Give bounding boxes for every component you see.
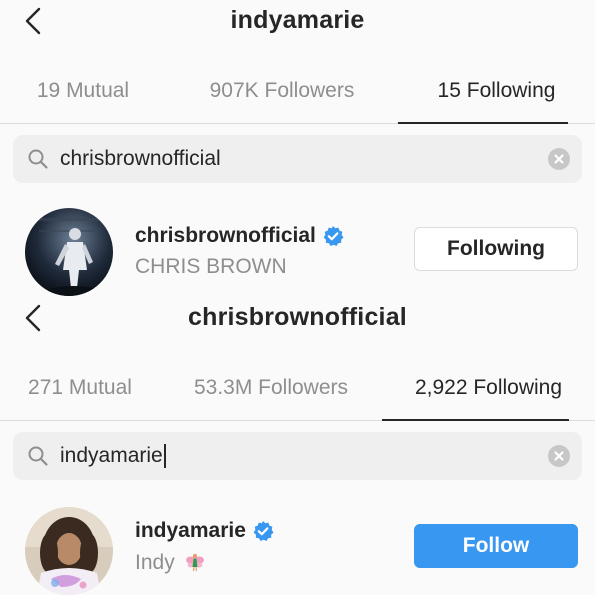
fairy-emoji-icon bbox=[185, 553, 204, 572]
search-query: indyamarie bbox=[60, 444, 163, 467]
search-icon bbox=[28, 149, 48, 169]
username: chrisbrownofficial bbox=[135, 224, 316, 247]
user-result-row[interactable]: chrisbrownofficial CHRIS BROWN Following bbox=[0, 200, 595, 296]
page-title: indyamarie bbox=[230, 6, 365, 34]
top-nav: chrisbrownofficial bbox=[0, 297, 595, 355]
verified-badge-icon bbox=[323, 226, 344, 246]
clear-search-icon[interactable] bbox=[548, 148, 570, 170]
search-query-wrap: indyamarie bbox=[60, 432, 166, 480]
user-result-row[interactable]: indyamarie Indy Follow bbox=[0, 499, 595, 595]
follow-button[interactable]: Follow bbox=[414, 524, 578, 568]
full-name-wrap: Indy bbox=[135, 551, 205, 575]
tab-mutual[interactable]: 19 Mutual bbox=[0, 58, 166, 124]
text-cursor bbox=[163, 444, 166, 469]
top-nav: indyamarie bbox=[0, 0, 595, 58]
tab-bar: 271 Mutual 53.3M Followers 2,922 Followi… bbox=[0, 355, 595, 421]
verified-badge-icon bbox=[253, 521, 274, 541]
tab-followers[interactable]: 53.3M Followers bbox=[160, 355, 382, 421]
tab-followers[interactable]: 907K Followers bbox=[166, 58, 398, 124]
full-name: Indy bbox=[135, 551, 175, 574]
screen-indyamarie-following: indyamarie 19 Mutual 907K Followers 15 F… bbox=[0, 0, 595, 297]
tab-mutual[interactable]: 271 Mutual bbox=[0, 355, 160, 421]
tab-following[interactable]: 15 Following bbox=[398, 58, 595, 124]
tab-bar: 19 Mutual 907K Followers 15 Following bbox=[0, 58, 595, 124]
avatar[interactable] bbox=[25, 507, 113, 595]
active-tab-indicator bbox=[382, 419, 569, 421]
full-name: CHRIS BROWN bbox=[135, 255, 287, 278]
following-button[interactable]: Following bbox=[414, 227, 578, 271]
avatar[interactable] bbox=[25, 208, 113, 296]
search-query: chrisbrownofficial bbox=[60, 147, 221, 170]
username-link[interactable]: chrisbrownofficial bbox=[135, 224, 344, 248]
search-input[interactable]: indyamarie bbox=[13, 432, 582, 480]
search-icon bbox=[28, 446, 48, 466]
page-title: chrisbrownofficial bbox=[188, 303, 407, 331]
clear-search-icon[interactable] bbox=[548, 445, 570, 467]
username-link[interactable]: indyamarie bbox=[135, 519, 274, 543]
tab-following[interactable]: 2,922 Following bbox=[382, 355, 595, 421]
active-tab-indicator bbox=[398, 122, 568, 124]
username: indyamarie bbox=[135, 519, 246, 542]
search-input[interactable]: chrisbrownofficial bbox=[13, 135, 582, 183]
screen-chrisbrownofficial-following: chrisbrownofficial 271 Mutual 53.3M Foll… bbox=[0, 297, 595, 595]
